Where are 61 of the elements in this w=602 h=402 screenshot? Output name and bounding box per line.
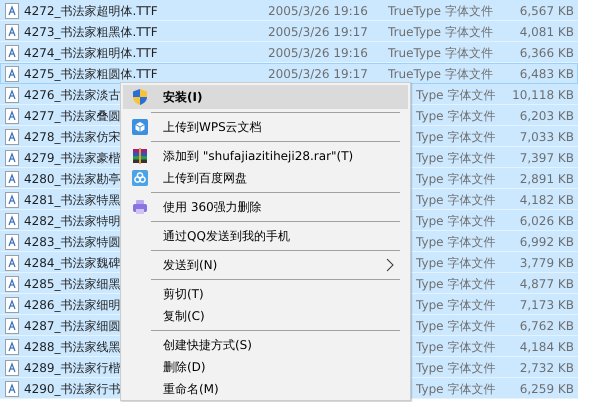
file-size: 6,366 KB <box>518 44 574 62</box>
file-size: 7,397 KB <box>518 150 574 166</box>
file-size: 6,203 KB <box>518 108 574 124</box>
file-date: 2005/3/26 19:17 <box>268 66 369 82</box>
file-type: Type 字体文件 <box>416 254 496 272</box>
file-size: 2,891 KB <box>518 170 574 188</box>
file-size: 10,118 KB <box>511 86 574 104</box>
file-name: 4279_书法家豪楷 <box>24 150 121 166</box>
file-size: 6,762 KB <box>518 318 574 334</box>
file-size: 6,567 KB <box>518 2 574 20</box>
file-type: Type 字体文件 <box>416 128 496 146</box>
file-type: Type 字体文件 <box>416 108 496 124</box>
file-name: 4275_书法家粗圆体.TTF <box>24 66 158 82</box>
file-size: 4,182 KB <box>518 192 574 208</box>
file-type: Type 字体文件 <box>416 234 496 250</box>
file-name: 4288_书法家线黑 <box>24 338 121 356</box>
file-size: 7,033 KB <box>518 128 574 146</box>
file-type: TrueType 字体文件 <box>388 2 494 20</box>
file-name: 4281_书法家特黑 <box>24 192 121 208</box>
file-date: 2005/3/26 19:16 <box>268 44 369 62</box>
file-name: 4289_书法家行楷 <box>24 360 121 376</box>
file-type: Type 字体文件 <box>416 338 496 356</box>
file-size: 6,483 KB <box>518 66 574 82</box>
file-size: 3,779 KB <box>518 254 574 272</box>
file-name: 4273_书法家粗黑体.TTF <box>24 24 158 40</box>
file-name: 4277_书法家叠圆 <box>24 108 121 124</box>
file-name: 4280_书法家勘亭 <box>24 170 121 188</box>
file-name: 4290_书法家行书 <box>24 380 121 398</box>
file-type: Type 字体文件 <box>416 318 496 334</box>
file-type: Type 字体文件 <box>416 192 496 208</box>
file-name: 4274_书法家粗明体.TTF <box>24 44 158 62</box>
file-type: Type 字体文件 <box>416 380 496 398</box>
file-type: Type 字体文件 <box>416 360 496 376</box>
file-name: 4284_书法家魏碑 <box>24 254 121 272</box>
file-size: 6,259 KB <box>518 380 574 398</box>
file-size: 6,992 KB <box>518 234 574 250</box>
file-size: 2,732 KB <box>518 360 574 376</box>
file-type: Type 字体文件 <box>416 150 496 166</box>
file-name: 4278_书法家仿宋 <box>24 128 121 146</box>
file-size: 6,026 KB <box>518 212 574 230</box>
file-type: Type 字体文件 <box>416 170 496 188</box>
file-type: TrueType 字体文件 <box>388 44 494 62</box>
file-date: 2005/3/26 19:17 <box>268 24 369 40</box>
file-name: 4285_书法家细黑 <box>24 276 121 292</box>
file-name: 4276_书法家淡古 <box>24 86 121 104</box>
file-type: Type 字体文件 <box>416 276 496 292</box>
file-name: 4272_书法家超明体.TTF <box>24 2 158 20</box>
file-size: 4,184 KB <box>518 338 574 356</box>
file-type: TrueType 字体文件 <box>388 66 494 82</box>
file-type: Type 字体文件 <box>416 212 496 230</box>
file-type: Type 字体文件 <box>416 296 496 314</box>
file-size: 7,173 KB <box>518 296 574 314</box>
file-name: 4282_书法家特明 <box>24 212 121 230</box>
file-type: Type 字体文件 <box>416 86 496 104</box>
file-name: 4287_书法家细圆 <box>24 318 121 334</box>
file-date: 2005/3/26 19:16 <box>268 2 369 20</box>
file-name: 4286_书法家细明 <box>24 296 121 314</box>
file-size: 4,081 KB <box>518 24 574 40</box>
file-name: 4283_书法家特圆 <box>24 234 121 250</box>
file-size: 4,877 KB <box>518 276 574 292</box>
file-type: TrueType 字体文件 <box>388 24 494 40</box>
